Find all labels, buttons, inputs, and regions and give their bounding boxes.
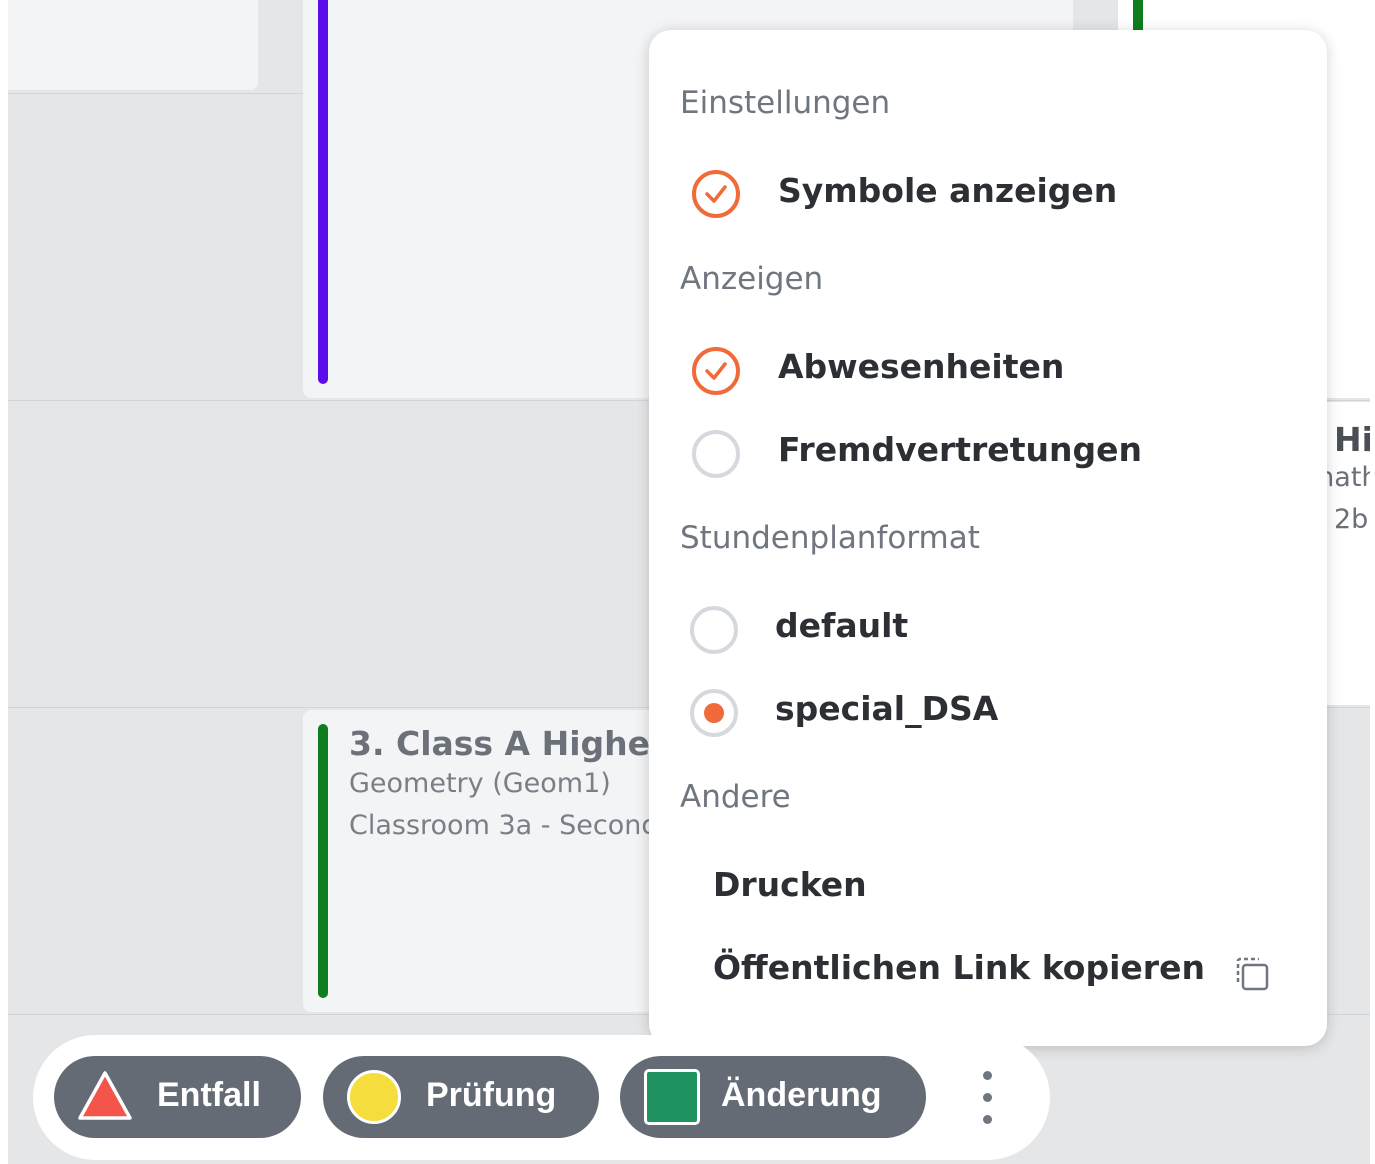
section-format-heading: Stundenplanformat <box>680 520 980 556</box>
option-format-default[interactable]: default <box>649 598 1327 658</box>
option-label: special_DSA <box>775 689 999 728</box>
action-copy-public-link[interactable]: Öffentlichen Link kopieren <box>649 940 1327 1000</box>
action-label: Drucken <box>713 865 867 904</box>
legend-pill-change[interactable]: Änderung <box>620 1056 926 1138</box>
settings-menu: Einstellungen Symbole anzeigen Anzeigen … <box>649 30 1327 1046</box>
option-show-symbols[interactable]: Symbole anzeigen <box>649 163 1327 223</box>
option-format-special-dsa[interactable]: special_DSA <box>649 681 1327 741</box>
lesson-room: 2b <box>1334 504 1369 535</box>
option-label: Symbole anzeigen <box>778 171 1118 210</box>
option-label: Fremdvertretungen <box>778 430 1142 469</box>
lesson-color-bar <box>318 724 328 998</box>
option-label: default <box>775 606 909 645</box>
lesson-title: Hi <box>1334 420 1370 459</box>
legend-label: Änderung <box>721 1076 882 1114</box>
checked-circle-icon <box>692 347 740 395</box>
option-absences[interactable]: Abwesenheiten <box>649 339 1327 399</box>
section-show-heading: Anzeigen <box>680 261 824 297</box>
radio-selected-icon <box>690 689 738 737</box>
checked-circle-icon <box>692 170 740 218</box>
copy-icon[interactable] <box>1232 954 1272 994</box>
timetable-cell <box>8 0 258 90</box>
lesson-color-bar <box>318 0 328 384</box>
option-label: Abwesenheiten <box>778 347 1065 386</box>
legend-label: Entfall <box>157 1076 261 1114</box>
section-settings-heading: Einstellungen <box>680 85 891 121</box>
lesson-color-bar <box>1133 0 1143 30</box>
unchecked-circle-icon <box>692 430 740 478</box>
lesson-title: 3. Class A Higher e <box>349 724 701 763</box>
warning-triangle-icon <box>76 1069 134 1123</box>
radio-unselected-icon <box>690 606 738 654</box>
legend-label: Prüfung <box>426 1076 557 1114</box>
lesson-subject: Geometry (Geom1) <box>349 768 611 799</box>
legend-pill-cancellation[interactable]: Entfall <box>54 1056 301 1138</box>
option-external-substitutions[interactable]: Fremdvertretungen <box>649 422 1327 482</box>
legend-pill-exam[interactable]: Prüfung <box>323 1056 599 1138</box>
action-print[interactable]: Drucken <box>649 857 1327 917</box>
green-square-icon <box>644 1069 700 1125</box>
section-other-heading: Andere <box>680 779 791 815</box>
grid-line <box>8 93 303 94</box>
yellow-circle-icon <box>347 1070 401 1124</box>
vertical-dots-icon[interactable] <box>978 1071 998 1127</box>
legend-bar: Entfall Prüfung Änderung <box>33 1035 1050 1160</box>
action-label: Öffentlichen Link kopieren <box>713 948 1205 987</box>
